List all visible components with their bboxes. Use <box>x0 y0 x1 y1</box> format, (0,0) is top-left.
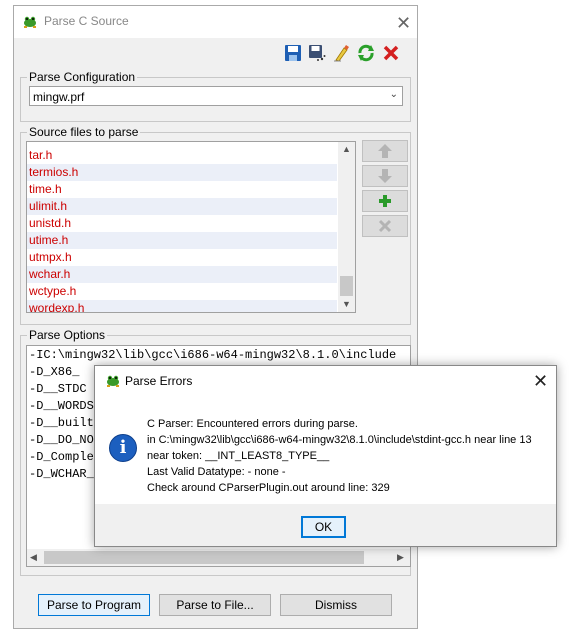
parse-to-file-button[interactable]: Parse to File... <box>159 594 271 616</box>
save-icon[interactable] <box>284 44 302 62</box>
dialog-title: Parse Errors <box>125 374 193 388</box>
clean-icon[interactable] <box>332 44 350 62</box>
message-line: near token: __INT_LEAST8_TYPE__ <box>147 450 330 462</box>
message-line: in C:\mingw32\lib\gcc\i686-w64-mingw32\8… <box>147 434 532 446</box>
option-line: -D__STDC <box>29 382 87 396</box>
parse-options-label: Parse Options <box>29 328 106 342</box>
title-bar: Parse C Source ✕ <box>14 6 417 38</box>
parse-configuration-label: Parse Configuration <box>29 70 136 84</box>
move-up-button[interactable] <box>362 140 408 162</box>
parse-errors-dialog: Parse Errors ✕ i C Parser: Encountered e… <box>94 365 557 547</box>
parse-to-program-button[interactable]: Parse to Program <box>38 594 150 616</box>
list-item[interactable]: wctype.h <box>27 283 337 300</box>
configuration-value: mingw.prf <box>33 90 85 104</box>
ok-button[interactable]: OK <box>301 516 346 538</box>
message-line: Last Valid Datatype: - none - <box>147 466 286 478</box>
move-down-icon <box>378 169 392 183</box>
refresh-icon[interactable] <box>357 44 375 62</box>
window-title: Parse C Source <box>44 14 129 28</box>
message-line: C Parser: Encountered errors during pars… <box>147 418 358 430</box>
frog-app-icon <box>107 375 119 387</box>
info-icon: i <box>109 434 137 462</box>
configuration-select[interactable]: mingw.prf ⌄ <box>29 86 403 106</box>
scroll-thumb[interactable] <box>340 276 353 296</box>
list-item[interactable]: termios.h <box>27 164 337 181</box>
close-icon[interactable]: ✕ <box>396 14 411 32</box>
list-item[interactable]: utmpx.h <box>27 249 337 266</box>
dialog-footer: OK <box>95 504 556 546</box>
scroll-left-arrow-icon[interactable]: ◀ <box>30 552 37 563</box>
move-up-icon <box>378 144 392 158</box>
option-line: -D__DO_NOT <box>29 433 102 447</box>
list-item[interactable]: wordexp.h <box>27 300 337 312</box>
add-icon <box>379 195 391 207</box>
list-item[interactable]: tar.h <box>27 147 337 164</box>
option-line: -D__WORDSI <box>29 399 102 413</box>
option-line: -D_WCHAR_T <box>29 467 102 481</box>
scroll-right-arrow-icon[interactable]: ▶ <box>397 552 404 563</box>
source-files-label: Source files to parse <box>29 125 139 139</box>
frog-app-icon <box>24 16 36 28</box>
option-line: -D__builti <box>29 416 102 430</box>
list-item[interactable]: unistd.h <box>27 215 337 232</box>
scroll-up-arrow-icon[interactable]: ▲ <box>342 144 351 154</box>
remove-icon <box>378 219 392 233</box>
move-down-button[interactable] <box>362 165 408 187</box>
option-line: -D_Complex <box>29 450 102 464</box>
chevron-down-icon: ⌄ <box>389 89 398 100</box>
close-icon[interactable]: ✕ <box>533 372 548 390</box>
scroll-down-arrow-icon[interactable]: ▼ <box>342 299 351 309</box>
add-file-button[interactable] <box>362 190 408 212</box>
list-item[interactable]: utime.h <box>27 232 337 249</box>
dialog-body: i C Parser: Encountered errors during pa… <box>95 396 556 504</box>
files-vertical-scrollbar[interactable]: ▲ ▼ <box>338 142 355 312</box>
message-line: Check around CParserPlugin.out around li… <box>147 482 390 494</box>
save-as-icon[interactable] <box>308 44 326 62</box>
list-item[interactable]: ulimit.h <box>27 198 337 215</box>
option-line: -IC:\mingw32\lib\gcc\i686-w64-mingw32\8.… <box>29 348 397 362</box>
dismiss-button[interactable]: Dismiss <box>280 594 392 616</box>
delete-icon[interactable] <box>382 44 400 62</box>
options-horizontal-scrollbar[interactable]: ◀ ▶ <box>27 549 410 566</box>
list-item[interactable]: wchar.h <box>27 266 337 283</box>
option-line: -D_X86_ <box>29 365 80 379</box>
source-files-list[interactable]: tar.h termios.h time.h ulimit.h unistd.h… <box>26 141 356 313</box>
list-item[interactable]: time.h <box>27 181 337 198</box>
remove-file-button[interactable] <box>362 215 408 237</box>
horizontal-scroll-thumb[interactable] <box>44 551 364 564</box>
